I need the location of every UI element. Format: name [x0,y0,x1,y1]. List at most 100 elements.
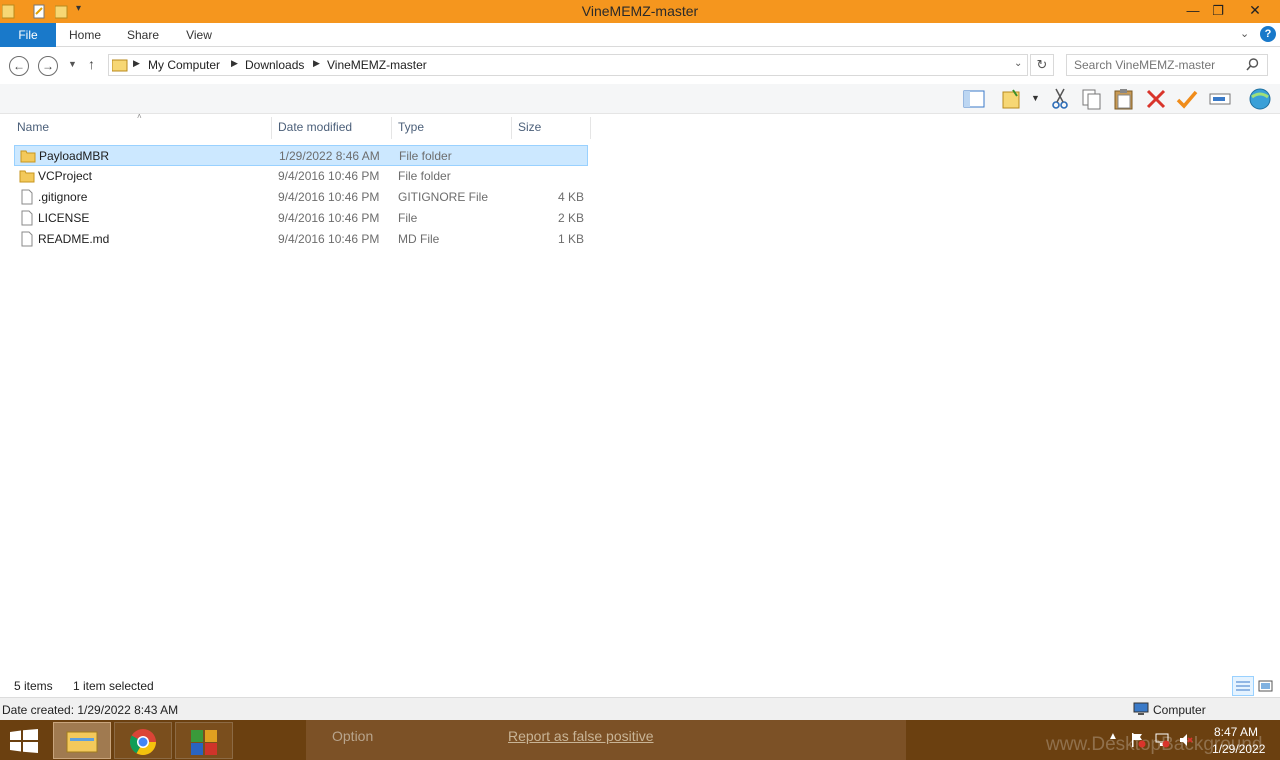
option-link[interactable]: Option [332,728,373,744]
tab-view[interactable]: View [178,23,220,47]
app-icon [191,730,217,755]
file-size: 2 KB [557,211,584,225]
file-date: 9/4/2016 10:46 PM [278,232,380,246]
file-name: .gitignore [38,190,88,204]
item-count: 5 items [14,679,53,693]
close-button[interactable]: ✕ [1232,0,1278,21]
refresh-button[interactable]: ↻ [1030,54,1054,76]
network-icon[interactable] [1154,732,1170,748]
search-icon[interactable] [1246,58,1259,71]
file-size: 1 KB [557,232,584,246]
file-type: MD File [398,232,440,246]
file-name: LICENSE [38,211,90,225]
expand-ribbon-icon[interactable]: ⌄ [1240,27,1249,40]
taskbar-file-explorer[interactable] [53,722,111,759]
column-header-type[interactable]: Type [392,114,510,140]
file-size: 4 KB [557,190,584,204]
large-icons-view-button[interactable] [1255,676,1277,696]
details-bar: Date created: 1/29/2022 8:43 AM Computer [0,697,1280,720]
tab-home[interactable]: Home [62,23,108,47]
report-false-positive-link[interactable]: Report as false positive [508,728,654,744]
computer-icon [1133,702,1149,715]
file-date: 9/4/2016 10:46 PM [278,211,380,225]
column-headers: ˄ Name Date modified Type Size [0,112,600,140]
column-header-date-modified[interactable]: Date modified [272,114,390,140]
file-date: 1/29/2022 8:46 AM [279,149,380,163]
navigation-bar: ← → ▼ ↑ ▶ My Computer ▶ Downloads ▶ Vine… [0,47,1280,84]
cut-icon[interactable] [1048,87,1072,111]
file-name: README.md [38,232,110,246]
paste-icon[interactable] [1112,87,1136,111]
file-name: VCProject [38,169,93,183]
breadcrumb-my-computer[interactable]: My Computer [148,58,220,72]
file-type: File [398,211,418,225]
clock-date[interactable]: 1/29/2022 [1212,742,1265,756]
details-view-button[interactable] [1232,676,1254,696]
file-icon [21,231,33,247]
location-label: Computer [1153,703,1206,717]
file-name: PayloadMBR [39,149,110,163]
file-row-license[interactable]: LICENSE 9/4/2016 10:46 PM File 2 KB [14,208,588,229]
volume-muted-icon[interactable] [1178,732,1194,748]
column-divider[interactable] [590,117,591,139]
search-input[interactable] [1074,58,1244,72]
rename-icon[interactable] [1208,87,1232,111]
command-toolbar: ▼ [0,84,1280,114]
clock-time[interactable]: 8:47 AM [1214,725,1258,739]
window-title: VineMEMZ-master [581,3,699,19]
chrome-icon [129,729,157,756]
address-bar[interactable]: ▶ My Computer ▶ Downloads ▶ VineMEMZ-mas… [108,54,1028,76]
globe-icon[interactable] [1248,87,1272,111]
folder-icon [19,170,35,183]
taskbar-app[interactable] [175,722,233,759]
file-date: 9/4/2016 10:46 PM [278,190,380,204]
details-view-icon [1236,681,1250,691]
file-row-vcproject[interactable]: VCProject 9/4/2016 10:46 PM File folder [14,166,588,187]
folder-icon [20,150,36,163]
help-icon[interactable]: ? [1260,26,1276,42]
new-item-dropdown-icon[interactable]: ▼ [1031,93,1040,103]
title-bar: ▾ VineMEMZ-master — ❐ ✕ [0,0,1280,23]
file-type: File folder [398,169,451,183]
preview-pane-icon[interactable] [962,87,986,111]
folder-location-icon [112,59,128,72]
breadcrumb-vinememz-master[interactable]: VineMEMZ-master [327,58,427,72]
tab-file[interactable]: File [0,23,56,47]
new-item-icon[interactable] [1000,87,1024,111]
delete-icon[interactable] [1144,87,1168,111]
file-type: GITIGNORE File [398,190,489,204]
large-icons-view-icon [1258,680,1273,692]
breadcrumb-downloads[interactable]: Downloads [245,58,304,72]
recent-locations-icon[interactable]: ▼ [68,59,77,69]
show-hidden-icons-icon[interactable]: ▲ [1108,731,1118,742]
forward-button[interactable]: → [38,56,58,76]
file-icon [21,210,33,226]
ribbon-tabs: File Home Share View ⌄ ? [0,23,1280,47]
copy-icon[interactable] [1080,87,1104,111]
file-date: 9/4/2016 10:46 PM [278,169,380,183]
breadcrumb-separator-icon: ▶ [231,58,238,68]
back-button[interactable]: ← [9,56,29,76]
column-header-size[interactable]: Size [512,114,590,140]
up-button[interactable]: ↑ [88,56,95,72]
breadcrumb-separator-icon: ▶ [133,58,140,68]
selection-count: 1 item selected [73,679,154,693]
taskbar-chrome[interactable] [114,722,172,759]
maximize-button[interactable]: ❐ [1203,0,1233,21]
file-row-payloadmbr[interactable]: PayloadMBR 1/29/2022 8:46 AM File folder [14,145,588,166]
taskbar: Option Report as false positive www.Desk… [0,720,1280,760]
breadcrumb-separator-icon: ▶ [313,58,320,68]
tab-share[interactable]: Share [120,23,166,47]
windows-start-icon[interactable] [10,729,38,753]
date-created: Date created: 1/29/2022 8:43 AM [2,703,179,717]
file-row-readme[interactable]: README.md 9/4/2016 10:46 PM MD File 1 KB [14,229,588,250]
column-header-name[interactable]: Name [11,114,271,140]
address-dropdown-icon[interactable]: ⌄ [1014,58,1022,69]
status-bar: 5 items 1 item selected [0,674,1280,697]
file-row-gitignore[interactable]: .gitignore 9/4/2016 10:46 PM GITIGNORE F… [14,187,588,208]
file-explorer-icon [66,731,98,753]
search-box[interactable] [1066,54,1268,76]
action-center-flag-icon[interactable] [1130,732,1146,748]
checkmark-icon[interactable] [1175,87,1199,111]
file-icon [21,189,33,205]
